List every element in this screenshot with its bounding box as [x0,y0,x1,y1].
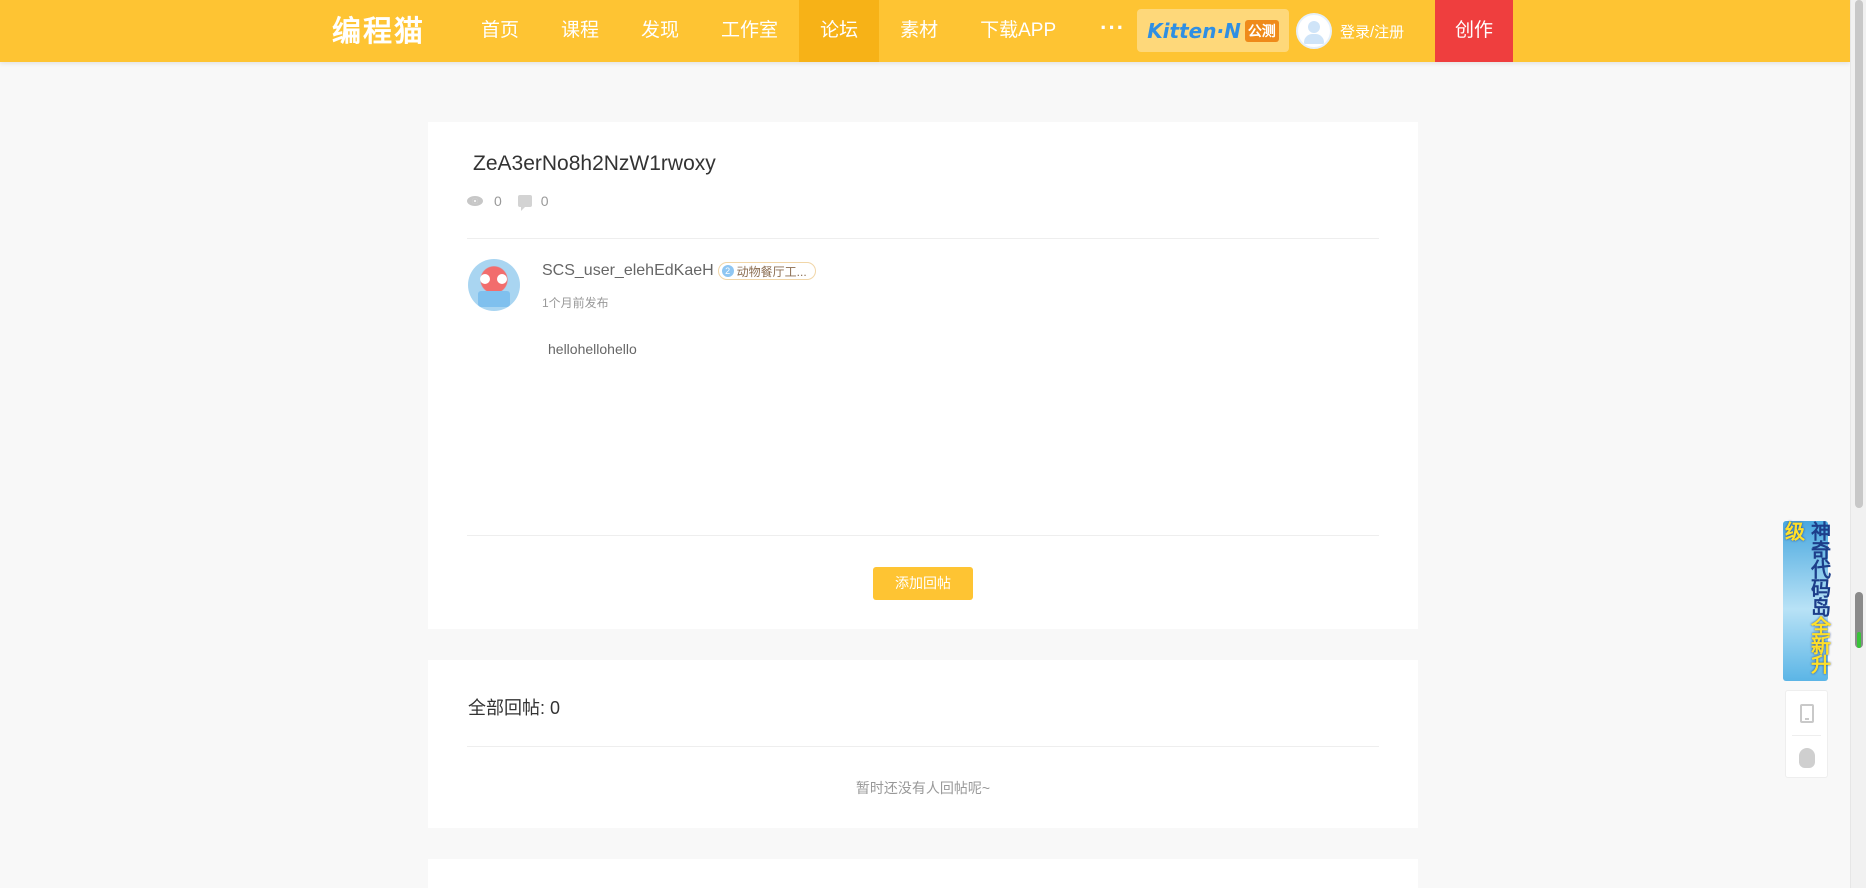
no-replies-message: 暂时还没有人回帖呢~ [855,780,991,796]
nav-item-courses[interactable]: 课程 [540,0,620,62]
login-register-label: 登录/注册 [1340,23,1405,41]
bottom-card [428,859,1418,888]
eye-icon [467,195,485,207]
divider [1792,735,1821,736]
scrollbar-indicator [1857,632,1861,648]
add-reply-button[interactable]: 添加回帖 [873,567,973,600]
phone-icon[interactable] [1800,704,1814,723]
post-stats: 0 0 [467,193,549,211]
nav-item-discover[interactable]: 发现 [620,0,700,62]
scrollbar-track-fill [1855,0,1863,508]
promo-text: 神奇代码岛全新升级 [1780,521,1832,681]
nav-item-materials[interactable]: 素材 [879,0,959,62]
nav-item-home[interactable]: 首页 [460,0,540,62]
divider [467,238,1379,239]
divider [467,746,1379,747]
comment-icon [517,195,532,211]
top-navbar: 编程猫 首页 课程 发现 工作室 论坛 素材 下载APP ··· Kitten·… [0,0,1850,62]
qq-icon[interactable] [1799,748,1815,768]
author-info: SCS_user_elehEdKaeH 2 动物餐厅工... [542,262,816,280]
divider [467,535,1379,536]
author-avatar[interactable] [468,259,520,311]
kitten-beta-tag: 公测 [1244,19,1279,42]
create-button[interactable]: 创作 [1435,0,1513,62]
default-avatar-icon [1296,13,1332,49]
brand-logo[interactable]: 编程猫 [332,12,425,50]
promo-banner[interactable]: 神奇代码岛全新升级 [1782,521,1830,681]
main-nav: 首页 课程 发现 工作室 论坛 素材 下载APP ··· [460,0,1145,62]
nav-item-studio[interactable]: 工作室 [700,0,799,62]
nav-item-forum[interactable]: 论坛 [799,0,880,62]
author-name[interactable]: SCS_user_elehEdKaeH [542,262,714,280]
post-card: ZeA3erNo8h2NzW1rwoxy 0 0 SCS_user_elehEd… [428,122,1418,629]
badge-level-icon: 2 [721,265,734,277]
post-body: hellohellohello [548,341,637,357]
kitten-n-button[interactable]: Kitten·N 公测 [1137,9,1289,52]
replies-card: 全部回帖: 0 暂时还没有人回帖呢~ [428,660,1418,828]
promo-text-main: 神奇代码岛 [1807,521,1830,616]
side-tools [1785,690,1828,778]
more-menu-button[interactable]: ··· [1077,0,1145,62]
post-time: 1个月前发布 [542,296,609,310]
login-register-link[interactable]: 登录/注册 [1296,13,1404,49]
kitten-n-logo: Kitten·N [1147,18,1241,43]
post-title: ZeA3erNo8h2NzW1rwoxy [473,152,716,175]
replies-title: 全部回帖: 0 [468,698,561,718]
badge-label: 动物餐厅工... [736,264,807,279]
page-scrollbar[interactable] [1850,0,1866,888]
comment-count: 0 [540,193,549,209]
nav-item-download-app[interactable]: 下载APP [959,0,1077,62]
author-badge[interactable]: 2 动物餐厅工... [717,262,816,280]
view-count: 0 [494,193,502,209]
